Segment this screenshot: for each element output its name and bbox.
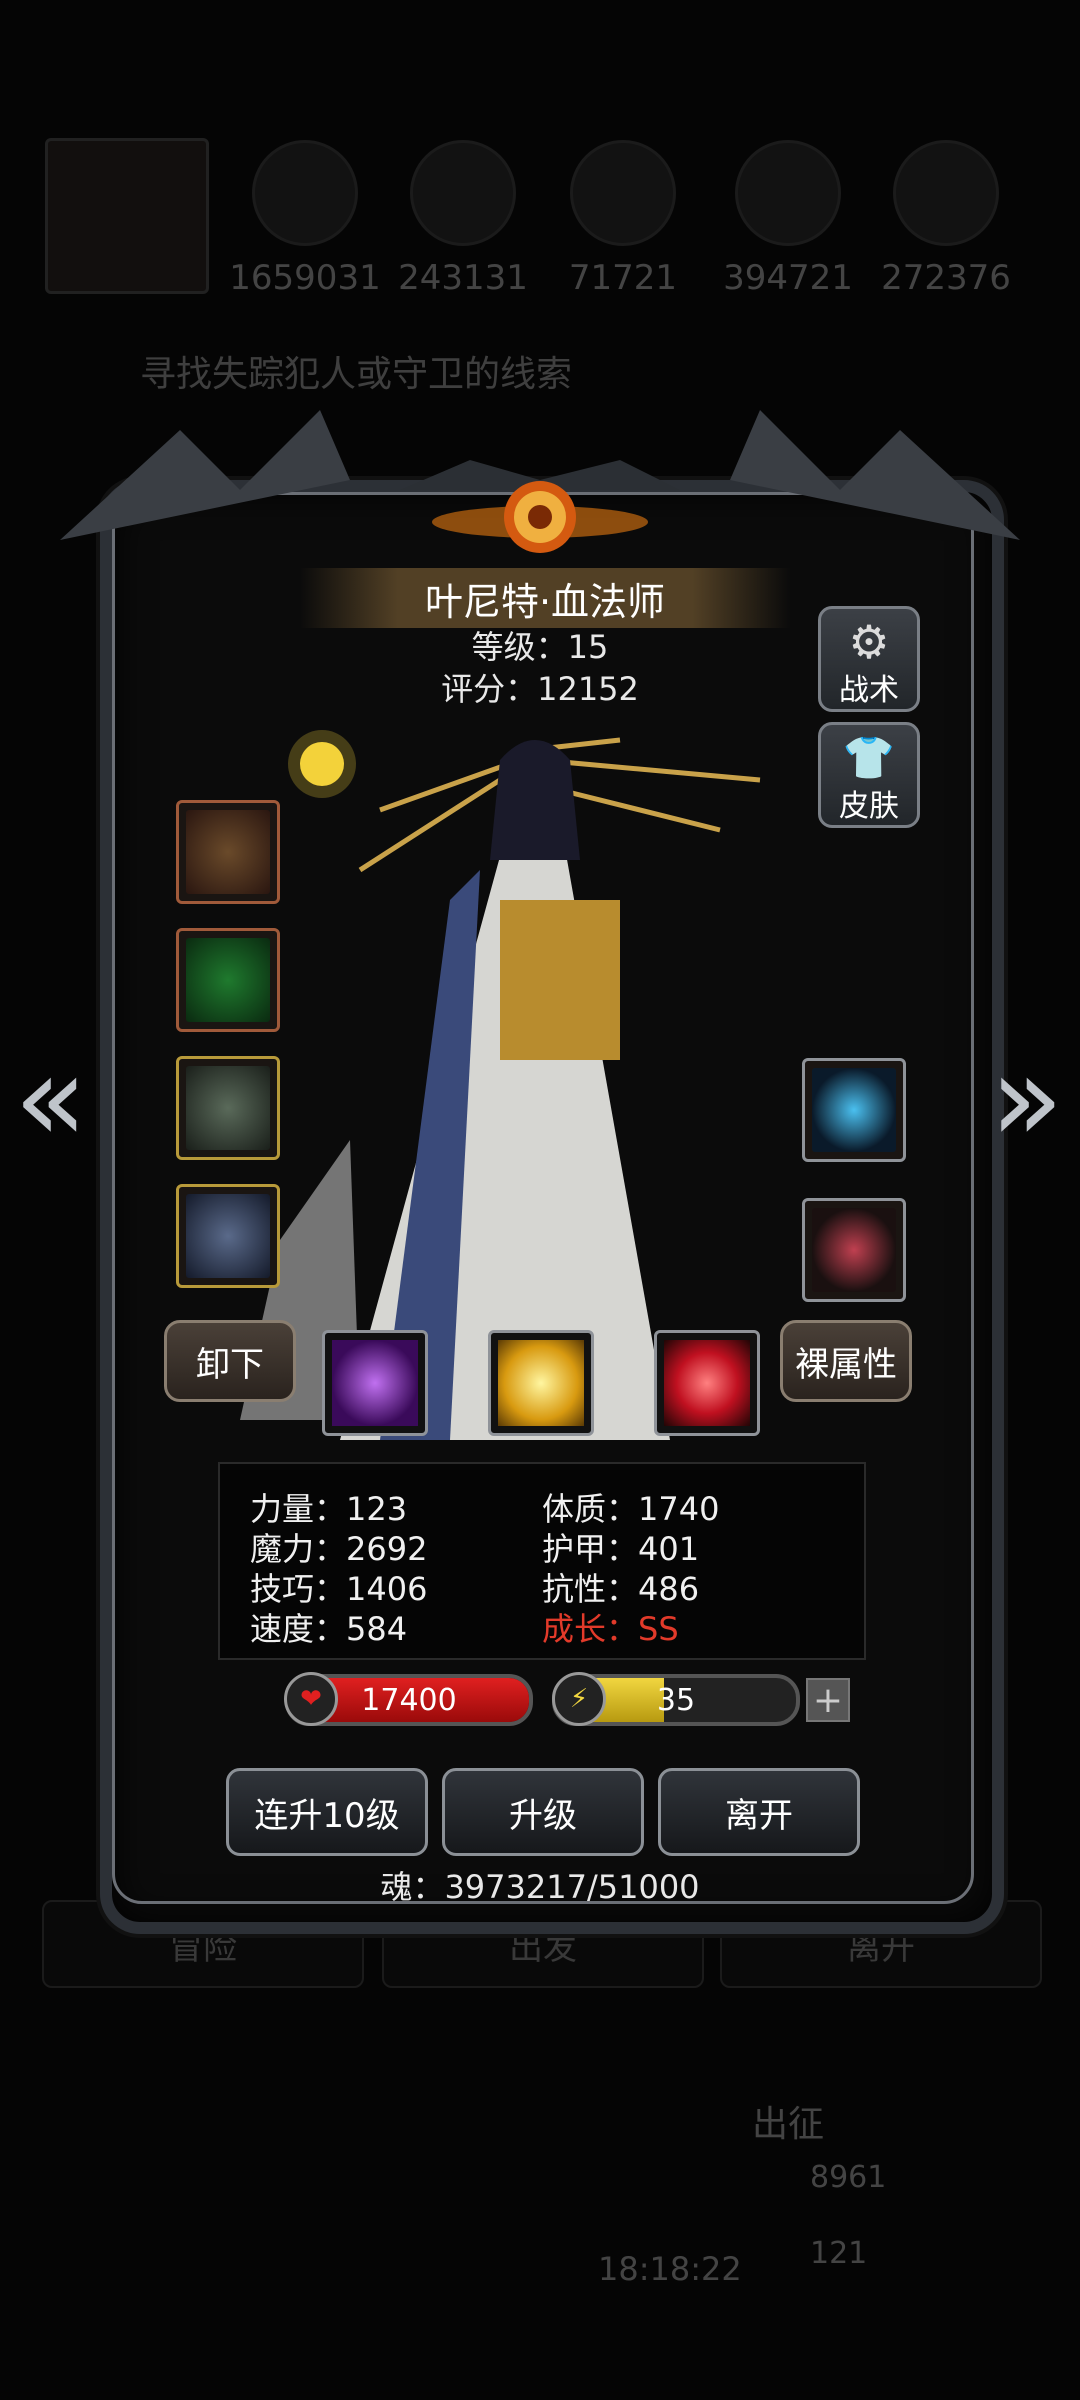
gold-value: 8961 — [810, 2160, 887, 2195]
player-avatar[interactable] — [45, 138, 209, 294]
blood-slash-icon — [664, 1340, 750, 1426]
shirt-icon: 👕 — [842, 733, 896, 782]
resource-value-1: 1659031 — [229, 258, 381, 298]
gear-icon: ⚙ — [848, 615, 890, 669]
skill-slot-1[interactable] — [322, 1330, 428, 1436]
sun-emblem-icon — [432, 481, 648, 553]
next-hero-icon[interactable]: » — [990, 1030, 1063, 1169]
equip-slot-weapon[interactable] — [176, 800, 280, 904]
relic-icon — [812, 1208, 896, 1292]
stat-speed: 速度：584 — [250, 1610, 408, 1648]
cross-icon — [186, 1194, 270, 1278]
expedition-label: 出征 — [752, 2104, 825, 2145]
orb-icon — [812, 1068, 896, 1152]
heart-icon: ❤ — [284, 1672, 338, 1726]
equip-slot-ring[interactable] — [802, 1058, 906, 1162]
armor-icon — [186, 938, 270, 1022]
resource-value-2: 243131 — [398, 258, 528, 298]
staff-icon — [186, 810, 270, 894]
skill-slot-2[interactable] — [488, 1330, 594, 1436]
equip-slot-relic[interactable] — [802, 1198, 906, 1302]
previous-hero-icon[interactable]: « — [14, 1030, 87, 1169]
base-attributes-button[interactable]: 裸属性 — [780, 1320, 912, 1402]
hero-name: 叶尼特·血法师 — [300, 568, 790, 628]
resource-value-5: 272376 — [881, 258, 1011, 298]
lightning-icon: ⚡ — [552, 1672, 606, 1726]
timer-text: 18:18:22 — [598, 2250, 742, 2288]
stat-growth: 成长：SS — [542, 1610, 679, 1648]
tactics-label: 战术 — [839, 673, 899, 708]
level-up-button[interactable]: 升级 — [442, 1768, 644, 1856]
skill-slot-3[interactable] — [654, 1330, 760, 1436]
equip-slot-accessory[interactable] — [176, 1184, 280, 1288]
add-energy-button[interactable]: + — [806, 1678, 850, 1722]
soul-text: 魂：3973217/51000 — [380, 1868, 700, 1906]
level-up-10-button[interactable]: 连升10级 — [226, 1768, 428, 1856]
resource-value-4: 394721 — [723, 258, 853, 298]
light-burst-icon — [498, 1340, 584, 1426]
unequip-button[interactable]: 卸下 — [164, 1320, 296, 1402]
resource-icon-1 — [252, 140, 358, 246]
leave-button[interactable]: 离开 — [658, 1768, 860, 1856]
skin-label: 皮肤 — [839, 789, 899, 824]
resource-icon-5 — [893, 140, 999, 246]
resource-icon-2 — [410, 140, 516, 246]
gem-value: 121 — [810, 2236, 868, 2271]
resource-value-3: 71721 — [568, 258, 678, 298]
purple-skill-icon — [332, 1340, 418, 1426]
tactics-button[interactable]: ⚙ 战术 — [818, 606, 920, 712]
equip-slot-helmet[interactable] — [176, 1056, 280, 1160]
resource-icon-4 — [735, 140, 841, 246]
resource-icon-3 — [570, 140, 676, 246]
helmet-icon — [186, 1066, 270, 1150]
equip-slot-armor[interactable] — [176, 928, 280, 1032]
skin-button[interactable]: 👕 皮肤 — [818, 722, 920, 828]
